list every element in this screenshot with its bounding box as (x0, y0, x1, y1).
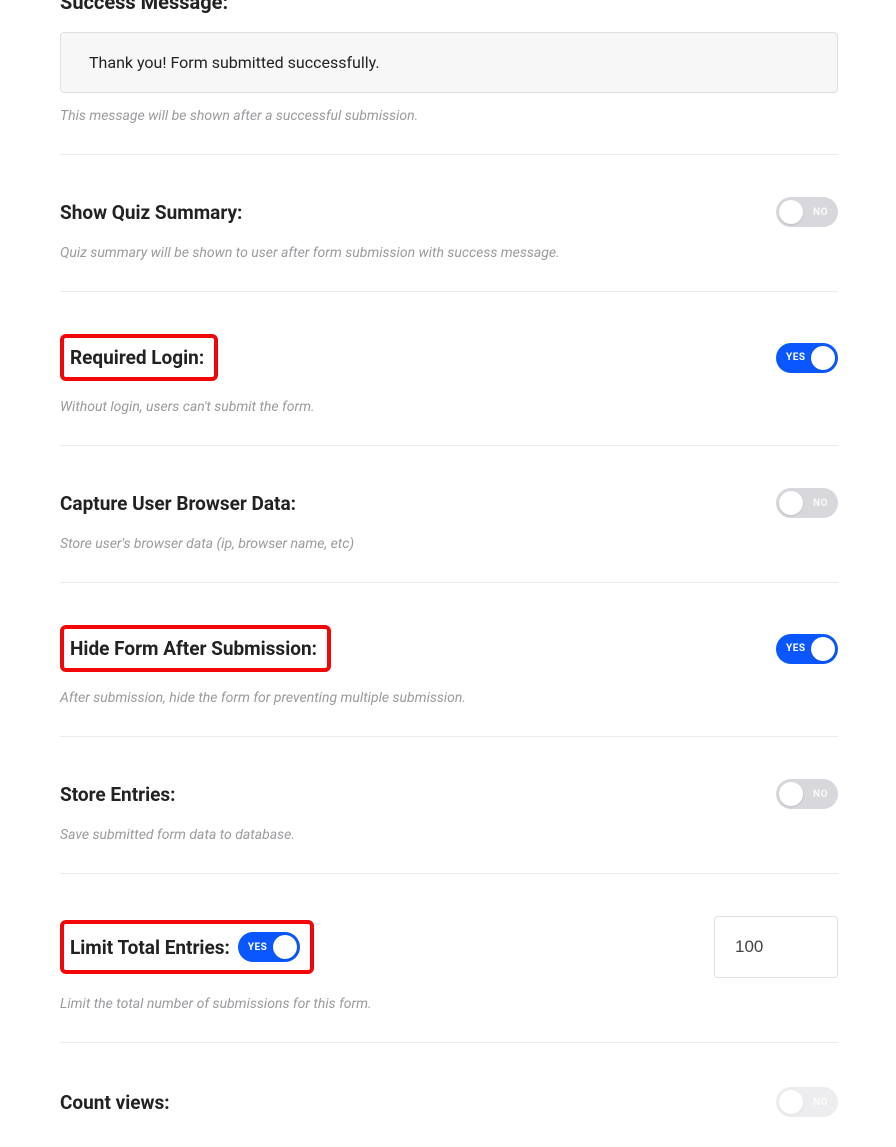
highlight-required-login: Required Login: (60, 334, 218, 381)
label-required-login: Required Login: (70, 346, 204, 369)
helper-show-quiz-summary: Quiz summary will be shown to user after… (60, 245, 838, 261)
highlight-limit-entries: Limit Total Entries: YES (60, 920, 314, 974)
label-browser-data: Capture User Browser Data: (60, 492, 296, 515)
label-limit-entries: Limit Total Entries: (70, 936, 230, 959)
label-hide-after-submission: Hide Form After Submission: (70, 637, 317, 660)
row-hide-after-submission: Hide Form After Submission: YES After su… (60, 583, 838, 737)
toggle-knob (779, 782, 803, 806)
success-message-helper: This message will be shown after a succe… (60, 108, 838, 124)
toggle-text: NO (813, 789, 828, 800)
toggle-text: YES (786, 643, 805, 654)
toggle-count-views[interactable]: NO (776, 1087, 838, 1117)
row-count-views: Count views: NO (60, 1043, 838, 1147)
helper-browser-data: Store user's browser data (ip, browser n… (60, 536, 838, 552)
highlight-hide-after-submission: Hide Form After Submission: (60, 625, 331, 672)
toggle-knob (779, 491, 803, 515)
toggle-knob (273, 935, 297, 959)
toggle-store-entries[interactable]: NO (776, 779, 838, 809)
label-count-views: Count views: (60, 1091, 170, 1114)
row-browser-data: Capture User Browser Data: NO Store user… (60, 446, 838, 583)
helper-required-login: Without login, users can't submit the fo… (60, 399, 838, 415)
input-limit-entries[interactable] (714, 916, 838, 978)
toggle-text: YES (786, 352, 805, 363)
row-show-quiz-summary: Show Quiz Summary: NO Quiz summary will … (60, 155, 838, 292)
toggle-text: NO (813, 207, 828, 218)
helper-hide-after-submission: After submission, hide the form for prev… (60, 690, 838, 706)
toggle-hide-after-submission[interactable]: YES (776, 634, 838, 664)
success-message-input[interactable]: Thank you! Form submitted successfully. (60, 32, 838, 93)
toggle-text: YES (248, 942, 267, 953)
row-limit-entries: Limit Total Entries: YES Limit the total… (60, 874, 838, 1043)
toggle-knob (811, 346, 835, 370)
toggle-text: NO (813, 1097, 828, 1108)
success-message-heading: Success Message: (60, 0, 838, 14)
toggle-knob (779, 1090, 803, 1114)
toggle-show-quiz-summary[interactable]: NO (776, 197, 838, 227)
toggle-knob (779, 200, 803, 224)
helper-limit-entries: Limit the total number of submissions fo… (60, 996, 838, 1012)
toggle-required-login[interactable]: YES (776, 343, 838, 373)
row-required-login: Required Login: YES Without login, users… (60, 292, 838, 446)
label-show-quiz-summary: Show Quiz Summary: (60, 201, 242, 224)
toggle-limit-entries[interactable]: YES (238, 932, 300, 962)
toggle-text: NO (813, 498, 828, 509)
row-store-entries: Store Entries: NO Save submitted form da… (60, 737, 838, 874)
label-store-entries: Store Entries: (60, 783, 176, 806)
toggle-browser-data[interactable]: NO (776, 488, 838, 518)
toggle-knob (811, 637, 835, 661)
helper-store-entries: Save submitted form data to database. (60, 827, 838, 843)
